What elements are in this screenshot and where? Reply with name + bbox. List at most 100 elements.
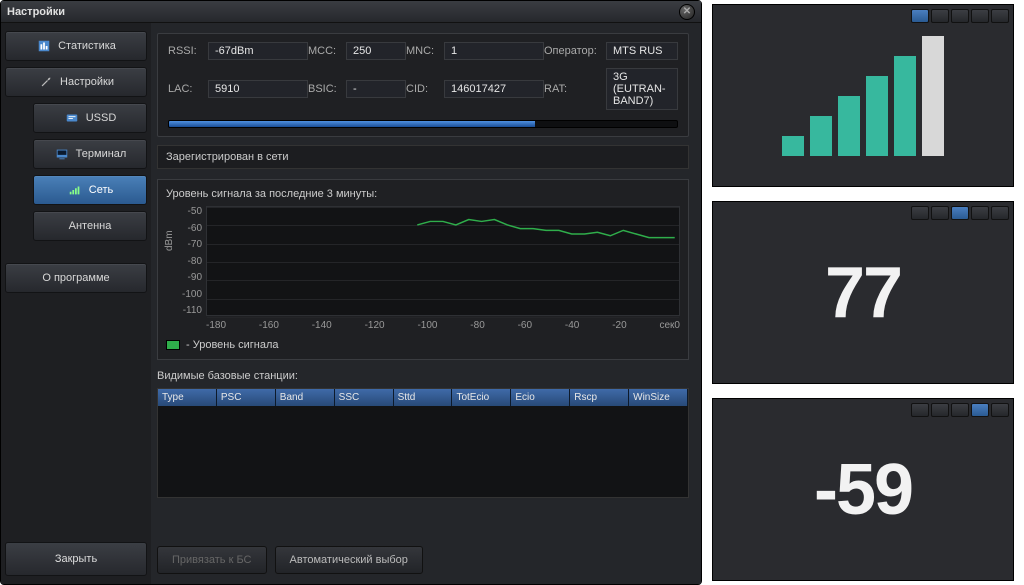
mnc-value: 1 [444,42,544,60]
close-button[interactable]: Закрыть [5,542,147,576]
sidebar: Статистика Настройки USSD Терминал [1,23,151,584]
legend-label: - Уровень сигнала [186,339,279,351]
chart-y-label: dBm [164,230,175,251]
terminal-icon [54,146,70,162]
table-column-header[interactable]: Band [276,389,335,406]
toolbar-button[interactable] [931,206,949,220]
toolbar-button[interactable] [931,403,949,417]
mcc-value: 250 [346,42,406,60]
signal-progress-fill [169,121,535,127]
cid-label: CID: [406,83,444,95]
toolbar-button[interactable] [911,9,929,23]
signal-bar [782,136,804,156]
panel-value-a: 77 [712,201,1014,384]
table-column-header[interactable]: WinSize [629,389,688,406]
rssi-value: -67dBm [208,42,308,60]
operator-value: MTS RUS [606,42,678,60]
sidebar-item-statistics[interactable]: Статистика [5,31,147,61]
panel-toolbar [911,9,1009,23]
rat-label: RAT: [544,83,606,95]
sidebar-item-label: Антенна [69,220,112,232]
sidebar-item-label: Статистика [58,40,116,52]
sidebar-item-label: О программе [42,272,109,284]
toolbar-button[interactable] [911,206,929,220]
lac-value: 5910 [208,80,308,98]
chart-legend: - Уровень сигнала [166,339,680,351]
auto-select-button[interactable]: Автоматический выбор [275,546,423,574]
cid-value: 146017427 [444,80,544,98]
operator-label: Оператор: [544,45,606,57]
toolbar-button[interactable] [991,403,1009,417]
toolbar-button[interactable] [971,206,989,220]
toolbar-button[interactable] [971,403,989,417]
table-column-header[interactable]: TotEcio [452,389,511,406]
close-icon[interactable]: ✕ [679,4,695,20]
signal-bar [866,76,888,156]
sidebar-item-about[interactable]: О программе [5,263,147,293]
bsic-label: BSIC: [308,83,346,95]
sidebar-item-antenna[interactable]: Антенна [33,211,147,241]
table-column-header[interactable]: Type [158,389,217,406]
sidebar-item-label: Сеть [89,184,113,196]
panel-value-b: -59 [712,398,1014,581]
sidebar-item-ussd[interactable]: USSD [33,103,147,133]
chart-title: Уровень сигнала за последние 3 минуты: [166,188,680,200]
toolbar-button[interactable] [931,9,949,23]
toolbar-button[interactable] [951,9,969,23]
rssi-label: RSSI: [168,45,208,57]
panel-toolbar [911,206,1009,220]
registration-status: Зарегистрирован в сети [157,145,689,169]
signal-progress [168,120,678,128]
toolbar-button[interactable] [911,403,929,417]
table-column-header[interactable]: PSC [217,389,276,406]
sidebar-item-label: Настройки [60,76,114,88]
rat-value: 3G (EUTRAN-BAND7) [606,68,678,110]
chart-canvas [206,206,680,316]
table-column-header[interactable]: Sttd [394,389,453,406]
ussd-icon [64,110,80,126]
sidebar-item-label: Терминал [76,148,127,160]
window-title: Настройки [7,6,65,18]
stations-section: Видимые базовые станции: TypePSCBandSSCS… [157,370,689,498]
mcc-label: MCC: [308,45,346,57]
bind-bs-button[interactable]: Привязать к БС [157,546,267,574]
sidebar-item-label: USSD [86,112,117,124]
wrench-icon [38,74,54,90]
main-panel: RSSI: -67dBm MCC: 250 MNC: 1 Оператор: M… [151,23,701,584]
settings-window: Настройки ✕ Статистика Настройки USS [0,0,702,585]
sidebar-item-network[interactable]: Сеть [33,175,147,205]
table-column-header[interactable]: SSC [335,389,394,406]
toolbar-button[interactable] [971,9,989,23]
network-info-box: RSSI: -67dBm MCC: 250 MNC: 1 Оператор: M… [157,33,689,137]
stations-table: TypePSCBandSSCSttdTotEcioEcioRscpWinSize [157,388,689,498]
chart-x-axis: -180 -160 -140 -120 -100 -80 -60 -40 -20… [166,316,680,331]
value-a: 77 [825,252,901,334]
panel-signal-bars [712,4,1014,187]
chart-y-axis: dBm -50 -60 -70 -80 -90 -100 -110 [166,206,206,316]
toolbar-button[interactable] [951,403,969,417]
signal-bar [922,36,944,156]
mnc-label: MNC: [406,45,444,57]
bottom-bar: Привязать к БС Автоматический выбор [157,536,689,574]
legend-swatch-icon [166,340,180,350]
sidebar-item-settings[interactable]: Настройки [5,67,147,97]
table-column-header[interactable]: Ecio [511,389,570,406]
value-b: -59 [814,449,912,531]
stations-title: Видимые базовые станции: [157,370,689,382]
titlebar: Настройки ✕ [1,1,701,23]
toolbar-button[interactable] [951,206,969,220]
signal-bar [838,96,860,156]
signal-chart-section: Уровень сигнала за последние 3 минуты: d… [157,179,689,360]
stats-icon [36,38,52,54]
sidebar-item-terminal[interactable]: Терминал [33,139,147,169]
table-column-header[interactable]: Rscp [570,389,629,406]
toolbar-button[interactable] [991,9,1009,23]
side-panels: 77 -59 [712,0,1018,585]
network-icon [67,182,83,198]
signal-bar [810,116,832,156]
signal-strength-icon [782,36,944,156]
panel-toolbar [911,403,1009,417]
lac-label: LAC: [168,83,208,95]
toolbar-button[interactable] [991,206,1009,220]
bsic-value: - [346,80,406,98]
